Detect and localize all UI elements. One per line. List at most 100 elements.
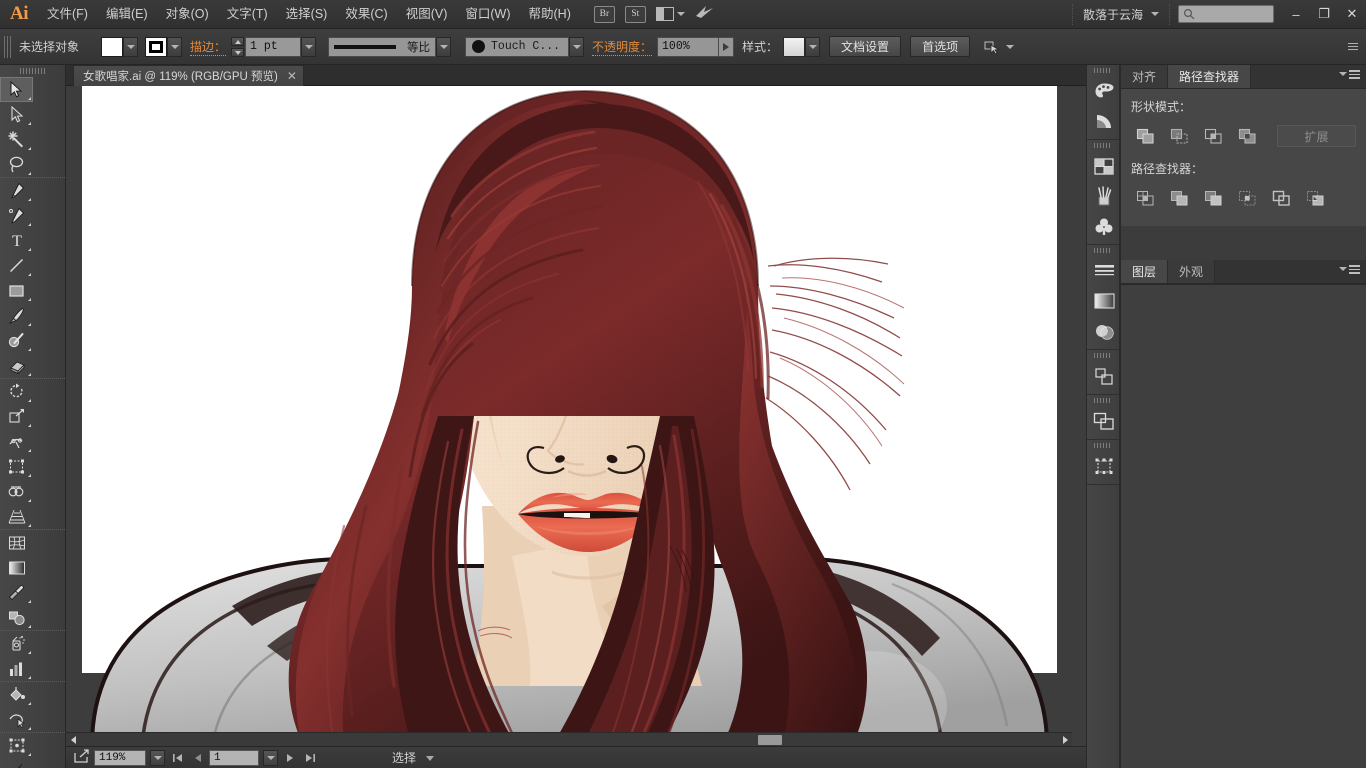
artboard[interactable] [82,86,1057,673]
canvas-horizontal-scrollbar[interactable] [66,732,1072,746]
column-graph-tool[interactable] [0,656,33,681]
document-tab[interactable]: 女歌唱家.ai @ 119% (RGB/GPU 预览) ✕ [73,65,304,86]
merge-button[interactable] [1199,186,1227,210]
canvas-area[interactable] [66,86,1086,746]
menu-select[interactable]: 选择(S) [277,0,337,29]
menu-help[interactable]: 帮助(H) [520,0,580,29]
trim-button[interactable] [1165,186,1193,210]
scroll-right-button[interactable] [1058,733,1072,747]
artboard-tool[interactable] [0,733,33,758]
slice-tool[interactable] [0,758,33,768]
stock-icon[interactable]: St [625,6,646,23]
document-setup-button[interactable]: 文档设置 [829,36,901,57]
transform-panel-icon[interactable] [1087,451,1121,481]
last-artboard-button[interactable] [302,750,318,766]
color-guide-panel-icon[interactable] [1087,106,1121,136]
width-tool[interactable] [0,429,33,454]
panel-menu-icon[interactable] [1339,265,1360,274]
menu-file[interactable]: 文件(F) [38,0,97,29]
width-profile-dropdown[interactable] [436,37,451,57]
graphic-style-swatch[interactable] [783,37,805,57]
control-bar-grip[interactable] [4,36,12,58]
free-transform-tool[interactable] [0,454,33,479]
dock-grip[interactable] [1087,65,1119,76]
lasso-tool[interactable] [0,152,33,177]
select-similar-control[interactable] [984,39,1014,55]
stroke-weight-dropdown[interactable] [301,37,316,57]
minus-back-button[interactable] [1301,186,1329,210]
line-segment-tool[interactable] [0,253,33,278]
stroke-weight-stepper[interactable] [231,37,244,57]
workspace-switcher[interactable]: 散落于云海 [1072,4,1170,25]
width-profile-select[interactable]: 等比 [328,37,436,57]
menu-window[interactable]: 窗口(W) [456,0,519,29]
search-input[interactable] [1178,5,1274,23]
minus-front-button[interactable] [1165,124,1193,148]
menu-edit[interactable]: 编辑(E) [97,0,157,29]
dock-grip[interactable] [1087,245,1119,256]
menu-effect[interactable]: 效果(C) [336,0,396,29]
selection-tool[interactable] [0,77,33,102]
opacity-value[interactable]: 100% [657,37,719,57]
divide-button[interactable] [1131,186,1159,210]
dock-grip[interactable] [1087,350,1119,361]
artboard-dropdown[interactable] [263,750,278,766]
eraser-tool[interactable] [0,353,33,378]
brush-dropdown[interactable] [569,37,584,57]
rotate-tool[interactable] [0,379,33,404]
status-menu-icon[interactable] [426,751,434,765]
behance-icon[interactable] [695,5,715,23]
previous-artboard-button[interactable] [189,750,205,766]
layers-list[interactable] [1121,284,1366,768]
eyedropper-tool[interactable] [0,580,33,605]
pen-tool[interactable] [0,178,33,203]
menu-view[interactable]: 视图(V) [397,0,457,29]
exclude-button[interactable] [1233,124,1261,148]
paintbrush-tool[interactable] [0,303,33,328]
horizontal-scroll-thumb[interactable] [758,735,782,745]
zoom-level-input[interactable]: 119% [94,750,146,766]
dock-grip[interactable] [1087,440,1119,451]
tab-align[interactable]: 对齐 [1121,65,1168,88]
outline-button[interactable] [1267,186,1295,210]
pathfinder-panel-icon[interactable] [1087,406,1121,436]
tab-appearance[interactable]: 外观 [1168,260,1215,283]
fill-dropdown-arrow[interactable] [123,37,138,57]
next-artboard-button[interactable] [282,750,298,766]
tab-layers[interactable]: 图层 [1121,260,1168,283]
bridge-icon[interactable]: Br [594,6,615,23]
artboard-number-input[interactable]: 1 [209,750,259,766]
maximize-button[interactable]: ❐ [1310,0,1338,29]
perspective-grid-tool[interactable] [0,504,33,529]
crop-button[interactable] [1233,186,1261,210]
rectangle-tool[interactable] [0,278,33,303]
stroke-swatch[interactable] [145,37,167,57]
live-paint-bucket-tool[interactable] [0,682,33,707]
transparency-panel-icon[interactable] [1087,316,1121,346]
unite-button[interactable] [1131,124,1159,148]
menu-object[interactable]: 对象(O) [157,0,218,29]
color-panel-icon[interactable] [1087,76,1121,106]
type-tool[interactable]: T [0,228,33,253]
menu-type[interactable]: 文字(T) [218,0,277,29]
shaper-tool[interactable] [0,328,33,353]
minimize-button[interactable]: – [1282,0,1310,29]
align-panel-icon[interactable] [1087,361,1121,391]
expand-button[interactable]: 扩展 [1277,125,1356,147]
share-icon[interactable] [74,749,90,766]
graphic-style-dropdown[interactable] [805,37,820,57]
symbols-panel-icon[interactable] [1087,211,1121,241]
dock-grip[interactable] [1087,140,1119,151]
shape-builder-tool[interactable] [0,479,33,504]
brush-select[interactable]: Touch C... [465,37,569,57]
mesh-tool[interactable] [0,530,33,555]
brushes-panel-icon[interactable] [1087,181,1121,211]
tab-pathfinder[interactable]: 路径查找器 [1168,65,1251,88]
intersect-button[interactable] [1199,124,1227,148]
fill-swatch[interactable] [101,37,123,57]
gradient-panel-icon[interactable] [1087,286,1121,316]
preferences-button[interactable]: 首选项 [910,36,970,57]
panel-menu-icon[interactable] [1339,70,1360,79]
tools-panel-grip[interactable] [0,65,65,77]
magic-wand-tool[interactable] [0,127,33,152]
